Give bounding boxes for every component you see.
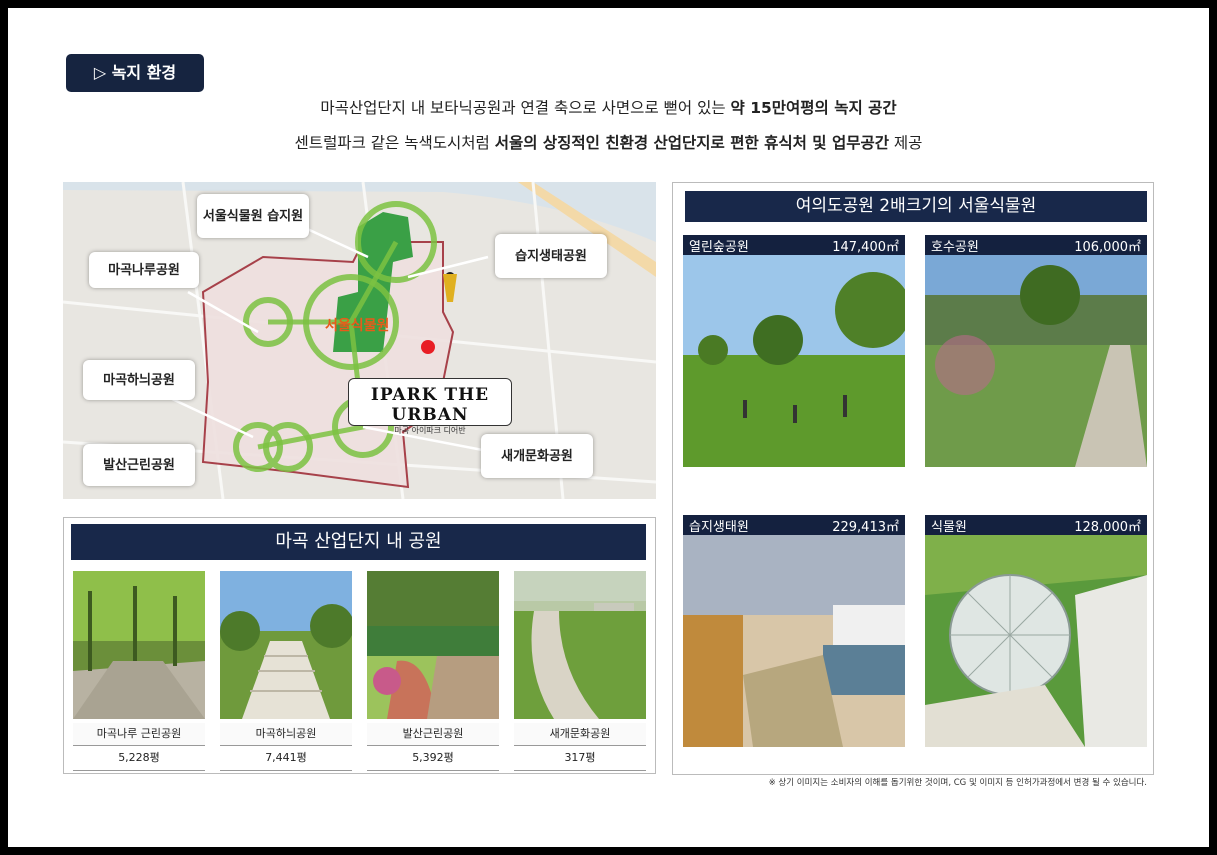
photo-caption: 습지생태원 229,413㎡ [683,515,905,535]
green-area-map: 서울식물원 습지원 마곡나루공원 마곡하늬공원 발산근린공원 습지생태공원 새개… [63,182,656,499]
botanic-park-title: 여의도공원 2배크기의 서울식물원 [685,191,1147,222]
photo-image [925,255,1147,467]
photo-caption: 식물원 128,000㎡ [925,515,1147,535]
complex-parks-panel: 마곡 산업단지 내 공원 마곡나루 근린공원 5,228평 마곡하늬공원 7,4… [63,517,656,774]
park-area: 7,441평 [220,746,352,771]
photo-name: 습지생태원 [689,520,749,535]
headline-line-2: 센트럴파크 같은 녹색도시처럼 서울의 상징적인 친환경 산업단지로 편한 휴식… [8,131,1209,153]
headline-line-1: 마곡산업단지 내 보타닉공원과 연결 축으로 사면으로 뻗어 있는 약 15만여… [8,96,1209,118]
map-label-botanic-wetland: 서울식물원 습지원 [197,194,309,238]
brochure-page: ▷ 녹지 환경 마곡산업단지 내 보타닉공원과 연결 축으로 사면으로 뻗어 있… [8,8,1209,847]
ipark-logo-sub: 마곡 아이파크 디어반 [394,426,466,435]
park-name: 새개문화공원 [514,723,646,746]
map-label-magok-naru: 마곡나루공원 [89,252,199,288]
map-label-wetland-eco: 습지생태공원 [495,234,607,278]
photo-image [683,255,905,467]
headline-2-bold: 서울의 상징적인 친환경 산업단지로 편한 휴식처 및 업무공간 [494,134,889,152]
headline-2-post: 제공 [889,134,923,152]
park-photo [514,571,646,719]
park-photo [73,571,205,719]
headline-2-pre: 센트럴파크 같은 녹색도시처럼 [294,134,495,152]
botanic-photo-lake-park: 호수공원 106,000㎡ [925,235,1147,467]
park-area: 317평 [514,746,646,771]
complex-parks-title: 마곡 산업단지 내 공원 [71,524,646,560]
map-label-magok-hanui: 마곡하늬공원 [83,360,195,400]
photo-area: 147,400㎡ [832,240,899,255]
map-label-balsan: 발산근린공원 [83,444,195,486]
ipark-logo-text: IPARK THE URBAN [370,385,490,425]
map-center-label: 서울식물원 [325,318,390,334]
park-card: 마곡나루 근린공원 5,228평 [73,571,205,771]
photo-image [925,535,1147,747]
photo-name: 열린숲공원 [689,240,749,255]
ipark-logo: IPARK THE URBAN 마곡 아이파크 디어반 [348,378,512,435]
botanic-photo-greenhouse: 식물원 128,000㎡ [925,515,1147,747]
botanic-park-panel: 여의도공원 2배크기의 서울식물원 열린숲공원 147,400㎡ 호수공원 10… [672,182,1154,775]
headline-1-text: 마곡산업단지 내 보타닉공원과 연결 축으로 사면으로 뻗어 있는 [320,99,731,117]
photo-image [683,535,905,747]
park-card: 새개문화공원 317평 [514,571,646,771]
photo-area: 128,000㎡ [1074,520,1141,535]
photo-area: 106,000㎡ [1074,240,1141,255]
park-photo [220,571,354,719]
park-photo [367,571,499,719]
park-name: 발산근린공원 [367,723,499,746]
disclaimer-note: ※ 상기 이미지는 소비자의 이해를 돕기위한 것이며, CG 및 이미지 등 … [768,778,1147,788]
park-area: 5,228평 [73,746,205,771]
map-label-saegae: 새개문화공원 [481,434,593,478]
park-name: 마곡나루 근린공원 [73,723,205,746]
headline-1-bold: 약 15만여평의 녹지 공간 [730,99,897,117]
section-badge: ▷ 녹지 환경 [66,54,204,92]
photo-name: 호수공원 [931,240,979,255]
photo-area: 229,413㎡ [832,520,899,535]
photo-caption: 호수공원 106,000㎡ [925,235,1147,255]
photo-caption: 열린숲공원 147,400㎡ [683,235,905,255]
park-area: 5,392평 [367,746,499,771]
park-card: 마곡하늬공원 7,441평 [220,571,354,771]
botanic-photo-wetland: 습지생태원 229,413㎡ [683,515,905,747]
park-name: 마곡하늬공원 [220,723,352,746]
park-card: 발산근린공원 5,392평 [367,571,499,771]
botanic-photo-open-forest: 열린숲공원 147,400㎡ [683,235,905,467]
photo-name: 식물원 [931,520,967,535]
